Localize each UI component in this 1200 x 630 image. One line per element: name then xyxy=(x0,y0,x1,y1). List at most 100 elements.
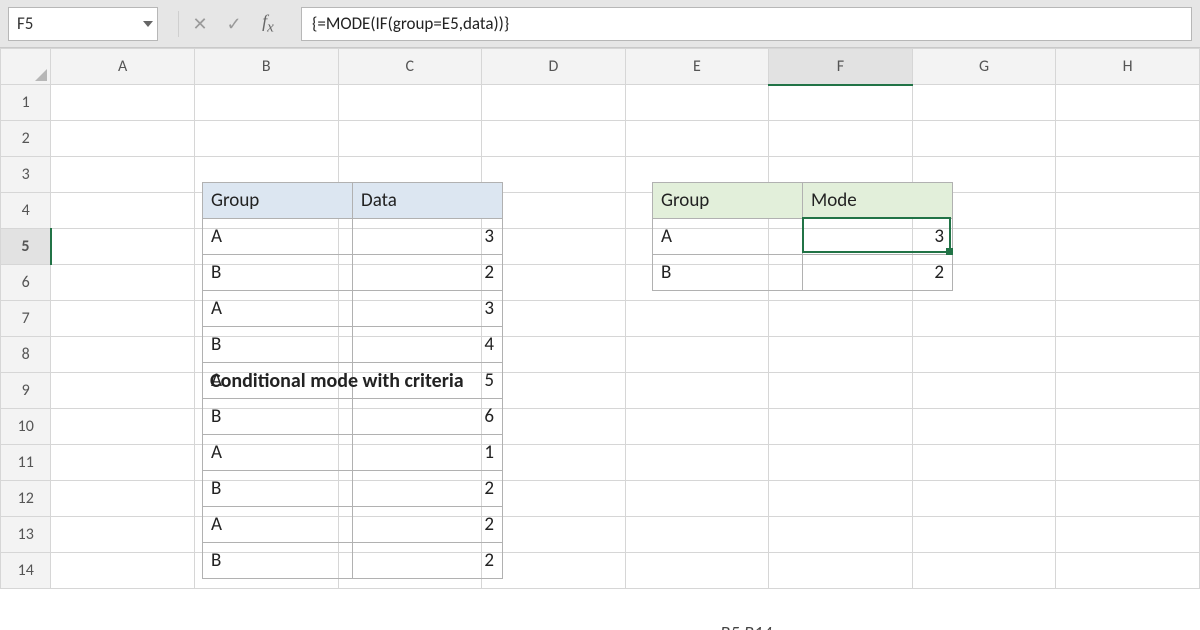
cell[interactable] xyxy=(51,85,195,121)
cancel-icon[interactable]: ✕ xyxy=(187,13,213,35)
cell[interactable] xyxy=(482,445,626,481)
cell[interactable] xyxy=(482,193,626,229)
row-header[interactable]: 2 xyxy=(1,121,51,157)
cell[interactable] xyxy=(1056,121,1200,157)
cell[interactable] xyxy=(51,517,195,553)
cell[interactable] xyxy=(51,481,195,517)
col-header-B[interactable]: B xyxy=(194,49,338,85)
row-header[interactable]: 4 xyxy=(1,193,51,229)
cell[interactable] xyxy=(1056,265,1200,301)
col-header-A[interactable]: A xyxy=(51,49,195,85)
col-header-E[interactable]: E xyxy=(625,49,769,85)
cell[interactable] xyxy=(912,337,1056,373)
col-header-F[interactable]: F xyxy=(769,49,913,85)
cell[interactable] xyxy=(51,265,195,301)
fx-icon[interactable]: fx xyxy=(255,11,281,37)
cell[interactable] xyxy=(482,337,626,373)
cell[interactable] xyxy=(51,445,195,481)
cell[interactable] xyxy=(51,553,195,589)
result-table[interactable]: Group Mode A3B2 xyxy=(652,182,953,291)
cell[interactable] xyxy=(51,157,195,193)
cell[interactable] xyxy=(51,337,195,373)
cell[interactable] xyxy=(912,121,1056,157)
cell[interactable] xyxy=(1056,553,1200,589)
cell[interactable] xyxy=(51,229,195,265)
cell[interactable] xyxy=(51,301,195,337)
cell[interactable] xyxy=(912,85,1056,121)
cell[interactable] xyxy=(51,373,195,409)
row-header[interactable]: 9 xyxy=(1,373,51,409)
cell[interactable] xyxy=(769,373,913,409)
cell[interactable] xyxy=(769,337,913,373)
cell[interactable] xyxy=(1056,193,1200,229)
cell[interactable] xyxy=(51,409,195,445)
cell[interactable] xyxy=(769,85,913,121)
cell[interactable] xyxy=(482,481,626,517)
cell[interactable] xyxy=(769,121,913,157)
row-header[interactable]: 6 xyxy=(1,265,51,301)
row-header[interactable]: 10 xyxy=(1,409,51,445)
table-cell[interactable]: 3 xyxy=(803,219,953,255)
cell[interactable] xyxy=(51,193,195,229)
cell[interactable] xyxy=(482,265,626,301)
cell[interactable] xyxy=(482,301,626,337)
cell[interactable] xyxy=(482,121,626,157)
select-all-corner[interactable] xyxy=(1,49,51,85)
cell[interactable] xyxy=(912,517,1056,553)
cell[interactable] xyxy=(482,229,626,265)
cell[interactable] xyxy=(482,517,626,553)
cell[interactable] xyxy=(482,85,626,121)
cell[interactable] xyxy=(51,121,195,157)
name-box[interactable]: F5 xyxy=(8,7,158,41)
cell[interactable] xyxy=(912,553,1056,589)
result-table-header-group[interactable]: Group xyxy=(653,183,803,219)
row-header[interactable]: 7 xyxy=(1,301,51,337)
cell[interactable] xyxy=(769,445,913,481)
cell[interactable] xyxy=(912,301,1056,337)
row-header[interactable]: 8 xyxy=(1,337,51,373)
chevron-down-icon[interactable] xyxy=(143,21,153,27)
row-header[interactable]: 13 xyxy=(1,517,51,553)
row-header[interactable]: 11 xyxy=(1,445,51,481)
cell[interactable] xyxy=(769,409,913,445)
row-header[interactable]: 5 xyxy=(1,229,51,265)
cell[interactable] xyxy=(1056,229,1200,265)
cell[interactable] xyxy=(1056,481,1200,517)
row-header[interactable]: 1 xyxy=(1,85,51,121)
cell[interactable] xyxy=(1056,445,1200,481)
cell[interactable] xyxy=(912,481,1056,517)
cell[interactable] xyxy=(625,121,769,157)
row-header[interactable]: 3 xyxy=(1,157,51,193)
formula-input[interactable]: {=MODE(IF(group=E5,data))} xyxy=(301,7,1192,41)
spreadsheet-grid[interactable]: A B C D E F G H 1234567891011121314 xyxy=(0,48,1200,589)
cell[interactable] xyxy=(482,157,626,193)
cell[interactable] xyxy=(625,301,769,337)
cell[interactable] xyxy=(625,85,769,121)
cell[interactable] xyxy=(912,445,1056,481)
cell[interactable] xyxy=(1056,301,1200,337)
cell[interactable] xyxy=(769,481,913,517)
cell[interactable] xyxy=(912,409,1056,445)
col-header-D[interactable]: D xyxy=(482,49,626,85)
cell[interactable] xyxy=(1056,85,1200,121)
cell[interactable] xyxy=(769,301,913,337)
cell[interactable] xyxy=(1056,157,1200,193)
col-header-C[interactable]: C xyxy=(338,49,482,85)
cell[interactable] xyxy=(769,553,913,589)
cell[interactable] xyxy=(1056,409,1200,445)
row-header[interactable]: 14 xyxy=(1,553,51,589)
cell[interactable] xyxy=(1056,517,1200,553)
result-table-header-mode[interactable]: Mode xyxy=(803,183,953,219)
col-header-H[interactable]: H xyxy=(1056,49,1200,85)
cell[interactable] xyxy=(482,409,626,445)
cell[interactable] xyxy=(1056,373,1200,409)
confirm-icon[interactable]: ✓ xyxy=(221,13,247,35)
table-cell[interactable]: A xyxy=(653,219,803,255)
col-header-G[interactable]: G xyxy=(912,49,1056,85)
row-header[interactable]: 12 xyxy=(1,481,51,517)
table-cell[interactable]: 2 xyxy=(803,255,953,291)
table-cell[interactable]: B xyxy=(653,255,803,291)
cell[interactable] xyxy=(769,517,913,553)
cell[interactable] xyxy=(912,373,1056,409)
cell[interactable] xyxy=(482,373,626,409)
